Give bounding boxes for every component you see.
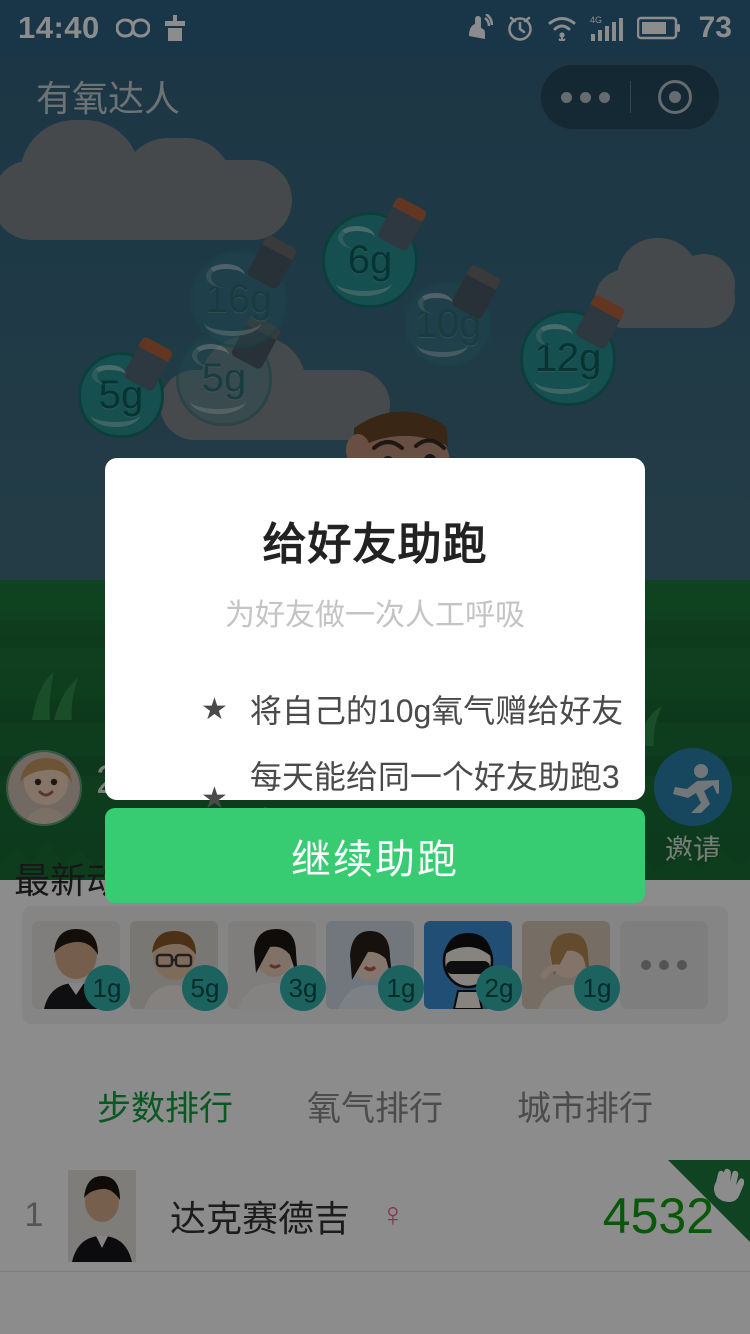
assist-run-dialog: 给好友助跑 为好友做一次人工呼吸 ★ 将自己的10g氧气赠给好友 ★ 每天能给同… <box>105 458 645 841</box>
continue-assist-button[interactable]: 继续助跑 <box>105 808 645 903</box>
dialog-title: 给好友助跑 <box>262 520 488 569</box>
dialog-subtitle: 为好友做一次人工呼吸 <box>225 599 525 632</box>
app-root: 5g 5g 16g 6g 10g 12g 邀请 最新动态 1g 5g 3g 1g… <box>0 0 750 1334</box>
list-item: ★ 将自己的10g氧气赠给好友 <box>201 686 645 732</box>
star-icon: ★ <box>201 692 228 726</box>
bullet-text: 将自己的10g氧气赠给好友 <box>249 693 624 729</box>
